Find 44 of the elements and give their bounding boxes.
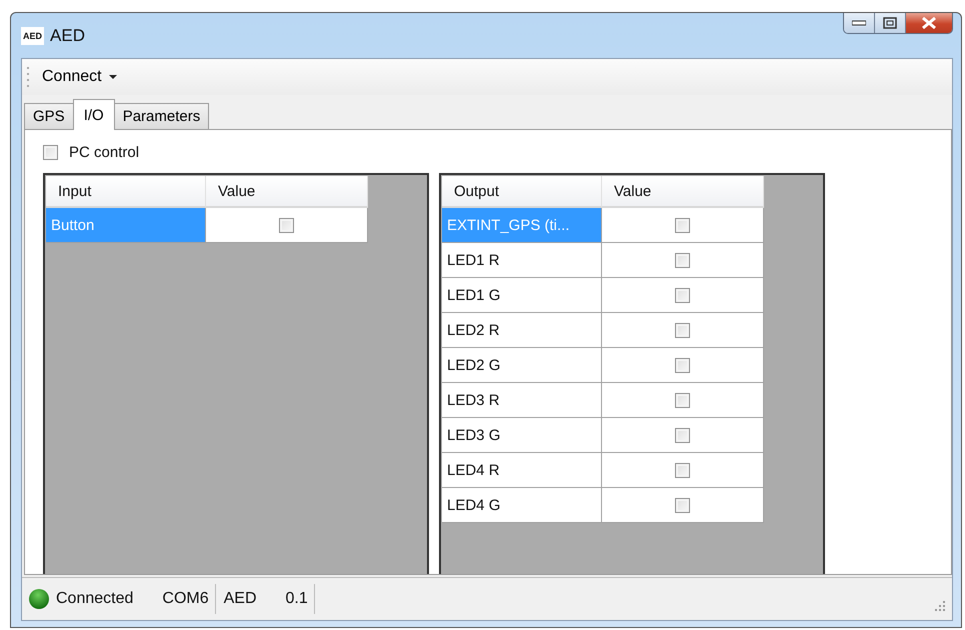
checkbox[interactable]	[279, 218, 294, 232]
status-text: Connected	[56, 590, 134, 608]
connect-menu[interactable]: Connect	[34, 68, 125, 86]
table-cell[interactable]: LED4 G	[442, 488, 602, 523]
table-cell[interactable]: LED2 R	[442, 313, 602, 348]
checkbox[interactable]	[43, 145, 58, 160]
close-button[interactable]	[906, 13, 952, 33]
app-icon: AED	[21, 26, 44, 44]
checkbox[interactable]	[675, 428, 690, 442]
resize-grip-icon	[934, 600, 946, 612]
column-header[interactable]: Input	[46, 176, 206, 208]
checkbox[interactable]	[675, 252, 690, 268]
checkbox[interactable]	[675, 462, 690, 478]
port-label: COM6	[162, 590, 209, 608]
minimize-button[interactable]	[844, 13, 875, 33]
tab[interactable]: Parameters	[114, 103, 210, 129]
minimize-icon	[852, 20, 866, 26]
tab[interactable]: I/O	[72, 99, 115, 130]
column-header[interactable]: Output	[442, 176, 602, 208]
column-header[interactable]: Value	[602, 176, 764, 208]
column-header[interactable]: Value	[206, 176, 368, 208]
table-cell[interactable]: LED1 R	[442, 243, 602, 278]
table-cell[interactable]: LED3 R	[442, 383, 602, 418]
checkbox[interactable]	[675, 218, 690, 232]
tab[interactable]: GPS	[24, 103, 74, 129]
table-cell[interactable]: LED1 G	[442, 278, 602, 313]
window-title: AED	[50, 26, 85, 46]
caret-icon	[108, 75, 117, 79]
checkbox[interactable]	[675, 288, 690, 302]
table-cell[interactable]: LED2 G	[442, 348, 602, 383]
table-cell[interactable]: LED3 G	[442, 418, 602, 453]
device-label: AED	[224, 590, 257, 608]
table-cell[interactable]: LED4 R	[442, 453, 602, 488]
maximize-button[interactable]	[875, 13, 906, 33]
toolbar-grip-icon	[27, 66, 30, 88]
maximize-icon	[883, 17, 897, 29]
close-icon	[921, 17, 937, 29]
checkbox-label: PC control	[69, 144, 140, 161]
checkbox[interactable]	[675, 498, 690, 512]
checkbox[interactable]	[675, 358, 690, 372]
checkbox[interactable]	[675, 322, 690, 338]
version-label: 0.1	[286, 590, 308, 608]
checkbox[interactable]	[675, 392, 690, 408]
status-light-icon	[28, 588, 50, 610]
